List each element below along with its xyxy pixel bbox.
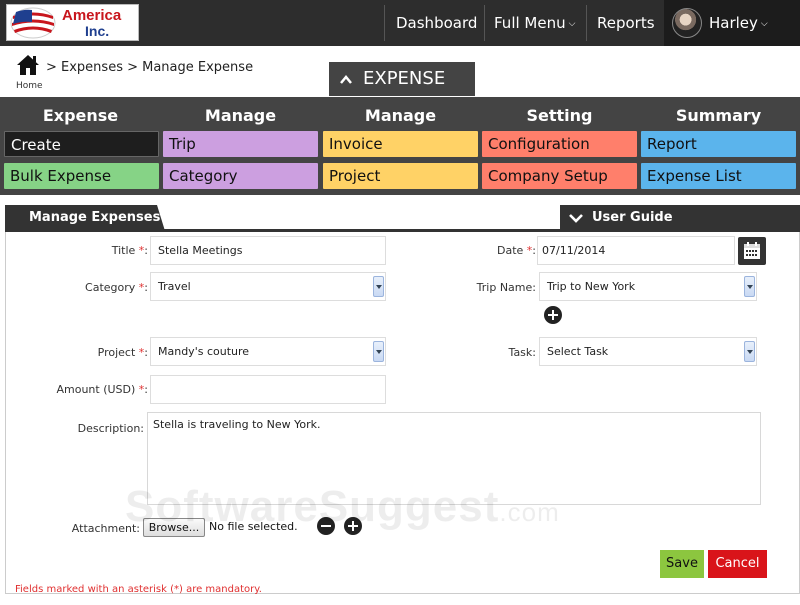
nav-full-menu-label: Full Menu [494, 14, 566, 32]
title-label-text: Title [111, 244, 136, 257]
task-selected-value: Select Task [547, 345, 609, 358]
project-label-text: Project [97, 346, 136, 359]
amount-label: Amount (USD) *: [26, 383, 148, 396]
menu-heading-summary: Summary [675, 106, 762, 125]
watermark: SoftwareSuggest.com [125, 482, 560, 532]
dropdown-arrow-icon [373, 276, 384, 297]
menu-heading-manage: Manage [204, 106, 277, 125]
chevron-up-icon [340, 75, 352, 84]
chevron-down-icon [569, 214, 583, 223]
description-label: Description: [77, 422, 144, 435]
calendar-button[interactable] [738, 237, 766, 265]
user-name: Harley ⌵ [709, 0, 768, 49]
trip-name-select[interactable]: Trip to New York [539, 272, 757, 301]
manage-expense-form: Title *: Stella Meetings Date *: 07/11/2… [5, 232, 800, 594]
expense-menu: Expense Manage Manage Setting Summary Cr… [0, 97, 800, 195]
date-label: Date *: [446, 244, 536, 257]
flag-logo-icon [10, 7, 56, 39]
menu-heading-setting: Setting [526, 106, 593, 125]
label-colon: : [144, 383, 148, 396]
trip-name-label: Trip Name: [476, 281, 536, 294]
chevron-down-icon: ⌵ [760, 19, 768, 29]
tab-manage-expenses[interactable]: Manage Expenses [5, 205, 165, 231]
menu-heading-manage: Manage [364, 106, 437, 125]
menu-item-invoice[interactable]: Invoice [323, 131, 478, 157]
nav-divider [384, 5, 385, 41]
dropdown-arrow-icon [744, 341, 755, 362]
category-label: Category *: [46, 281, 148, 294]
amount-label-text: Amount (USD) [56, 383, 136, 396]
menu-item-expense-list[interactable]: Expense List [641, 163, 796, 189]
label-colon: : [144, 281, 148, 294]
expense-section-tab[interactable]: EXPENSE [329, 62, 475, 96]
avatar [672, 8, 702, 38]
dropdown-arrow-icon [744, 276, 755, 297]
nav-reports[interactable]: Reports [597, 0, 655, 46]
nav-divider [586, 5, 587, 41]
menu-item-bulk-expense[interactable]: Bulk Expense [4, 163, 159, 189]
label-colon: : [144, 346, 148, 359]
form-tabs: Manage Expenses User Guide [0, 205, 800, 231]
calendar-icon [744, 242, 760, 259]
project-select[interactable]: Mandy's couture [150, 337, 386, 366]
menu-item-company-setup[interactable]: Company Setup [482, 163, 637, 189]
nav-dashboard[interactable]: Dashboard [396, 0, 477, 46]
task-select[interactable]: Select Task [539, 337, 757, 366]
category-selected-value: Travel [158, 280, 191, 293]
project-selected-value: Mandy's couture [158, 345, 250, 358]
user-guide-label: User Guide [592, 210, 673, 225]
breadcrumb: > Expenses > Manage Expense [46, 60, 254, 75]
menu-item-project[interactable]: Project [323, 163, 478, 189]
expense-section-label: EXPENSE [363, 68, 446, 89]
label-colon: : [144, 244, 148, 257]
trip-selected-value: Trip to New York [547, 280, 636, 293]
top-navbar: America Inc. Dashboard Full Menu ⌵ Report… [0, 0, 800, 46]
tab-user-guide[interactable]: User Guide [560, 205, 800, 231]
project-label: Project *: [46, 346, 148, 359]
company-logo[interactable]: America Inc. [6, 4, 139, 41]
menu-heading-expense: Expense [42, 106, 119, 125]
user-menu[interactable]: Harley ⌵ [664, 0, 800, 46]
add-trip-button[interactable] [544, 306, 562, 324]
save-button[interactable]: Save [660, 550, 704, 578]
label-colon: : [532, 244, 536, 257]
date-label-text: Date [496, 244, 524, 257]
task-label: Task: [508, 346, 536, 359]
chevron-down-icon: ⌵ [568, 19, 576, 29]
user-name-label: Harley [709, 14, 758, 32]
title-label: Title *: [46, 244, 148, 257]
category-select[interactable]: Travel [150, 272, 386, 301]
menu-item-create[interactable]: Create [4, 131, 159, 157]
watermark-text: SoftwareSuggest [125, 482, 500, 531]
mandatory-fields-note: Fields marked with an asterisk (*) are m… [15, 584, 262, 595]
cancel-button[interactable]: Cancel [708, 550, 767, 578]
menu-item-configuration[interactable]: Configuration [482, 131, 637, 157]
title-input[interactable]: Stella Meetings [150, 236, 386, 265]
nav-divider [484, 5, 485, 41]
logo-text-line1: America [62, 7, 122, 24]
category-label-text: Category [85, 281, 136, 294]
logo-text-line2: Inc. [85, 23, 110, 39]
date-input[interactable]: 07/11/2014 [537, 236, 735, 265]
nav-full-menu[interactable]: Full Menu ⌵ [494, 0, 575, 46]
home-icon[interactable] [16, 54, 40, 76]
menu-item-report[interactable]: Report [641, 131, 796, 157]
amount-input[interactable] [150, 375, 386, 404]
watermark-suffix: .com [499, 497, 560, 527]
menu-item-category[interactable]: Category [163, 163, 318, 189]
home-label[interactable]: Home [16, 81, 43, 91]
dropdown-arrow-icon [373, 341, 384, 362]
menu-item-trip[interactable]: Trip [163, 131, 318, 157]
